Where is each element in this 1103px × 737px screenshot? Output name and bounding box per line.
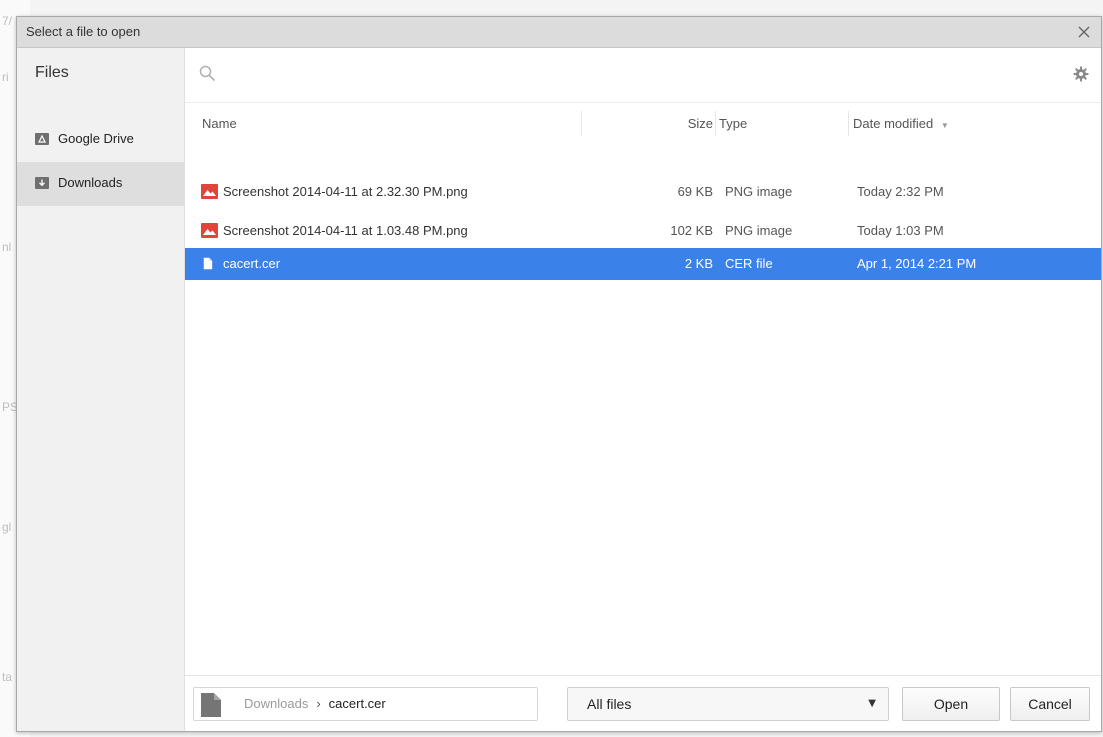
google-drive-icon (35, 133, 49, 145)
background-text-fragment: 7/ (2, 14, 13, 28)
breadcrumb-folder[interactable]: Downloads (244, 696, 308, 711)
file-list-pane: Name Size Type Date modified ▼ Screensho… (185, 48, 1101, 731)
dialog-titlebar: Select a file to open (17, 17, 1101, 48)
column-header-name[interactable]: Name (202, 116, 237, 131)
close-icon (1078, 26, 1090, 38)
file-date: Today 2:32 PM (857, 184, 944, 199)
cancel-button-label: Cancel (1028, 696, 1072, 712)
image-file-icon (201, 184, 218, 199)
column-divider (848, 111, 849, 136)
generic-file-icon (203, 257, 213, 270)
downloads-icon (35, 177, 49, 189)
background-text-fragment: ta (2, 670, 13, 684)
file-name: Screenshot 2014-04-11 at 2.32.30 PM.png (223, 184, 468, 199)
document-icon (201, 693, 221, 717)
background-text-fragment: nl (2, 240, 12, 254)
file-size: 69 KB (677, 184, 713, 199)
column-divider (581, 111, 582, 136)
column-header-type[interactable]: Type (719, 116, 747, 131)
search-input[interactable] (221, 64, 1025, 88)
file-date: Today 1:03 PM (857, 223, 944, 238)
file-name: Screenshot 2014-04-11 at 1.03.48 PM.png (223, 223, 468, 238)
breadcrumb-file: cacert.cer (328, 696, 386, 711)
filter-selected-value: All files (587, 696, 632, 712)
column-header-date-label: Date modified (853, 116, 934, 131)
file-type: PNG image (725, 184, 793, 199)
sidebar-item-label: Google Drive (58, 131, 134, 146)
file-type-filter-select[interactable]: All files ▼ (567, 687, 889, 721)
file-date: Apr 1, 2014 2:21 PM (857, 256, 977, 271)
file-name: cacert.cer (223, 256, 281, 271)
breadcrumb-separator: › (316, 696, 321, 711)
file-row-selected[interactable]: cacert.cer 2 KB CER file Apr 1, 2014 2:2… (185, 248, 1101, 280)
open-button[interactable]: Open (902, 687, 1000, 721)
breadcrumb: Downloads › cacert.cer (244, 696, 386, 711)
filename-field[interactable]: Downloads › cacert.cer (193, 687, 538, 721)
search-bar (185, 48, 1101, 103)
file-type: CER file (725, 256, 773, 271)
file-size: 102 KB (670, 223, 713, 238)
dropdown-arrow-icon: ▼ (868, 698, 876, 709)
file-row[interactable]: Screenshot 2014-04-11 at 2.32.30 PM.png … (185, 176, 1101, 208)
column-header-date[interactable]: Date modified ▼ (853, 116, 949, 131)
file-row[interactable]: Screenshot 2014-04-11 at 1.03.48 PM.png … (185, 215, 1101, 247)
column-divider (715, 111, 716, 136)
sort-descending-icon: ▼ (940, 121, 949, 130)
column-header-row: Name Size Type Date modified ▼ (185, 103, 1101, 144)
cancel-button[interactable]: Cancel (1010, 687, 1090, 721)
open-button-label: Open (933, 696, 969, 712)
sidebar: Files Google Drive Downloads (17, 48, 185, 731)
sidebar-title: Files (35, 64, 69, 81)
dialog-footer: Downloads › cacert.cer All files ▼ Open Ca… (185, 675, 1101, 731)
dialog-title: Select a file to open (26, 24, 141, 39)
background-text-fragment: ri (2, 70, 9, 84)
close-button[interactable] (1067, 17, 1101, 47)
sidebar-item-downloads[interactable]: Downloads (17, 162, 184, 206)
file-size: 2 KB (684, 256, 713, 271)
column-header-size[interactable]: Size (688, 116, 713, 131)
sidebar-item-label: Downloads (58, 175, 123, 190)
sidebar-item-google-drive[interactable]: Google Drive (17, 118, 184, 162)
file-open-dialog: Select a file to open Files Google Drive… (16, 16, 1102, 732)
image-file-icon (201, 223, 218, 238)
file-type: PNG image (725, 223, 793, 238)
gear-icon[interactable] (1073, 66, 1089, 82)
search-icon (199, 65, 216, 82)
background-text-fragment: gl (2, 520, 12, 534)
